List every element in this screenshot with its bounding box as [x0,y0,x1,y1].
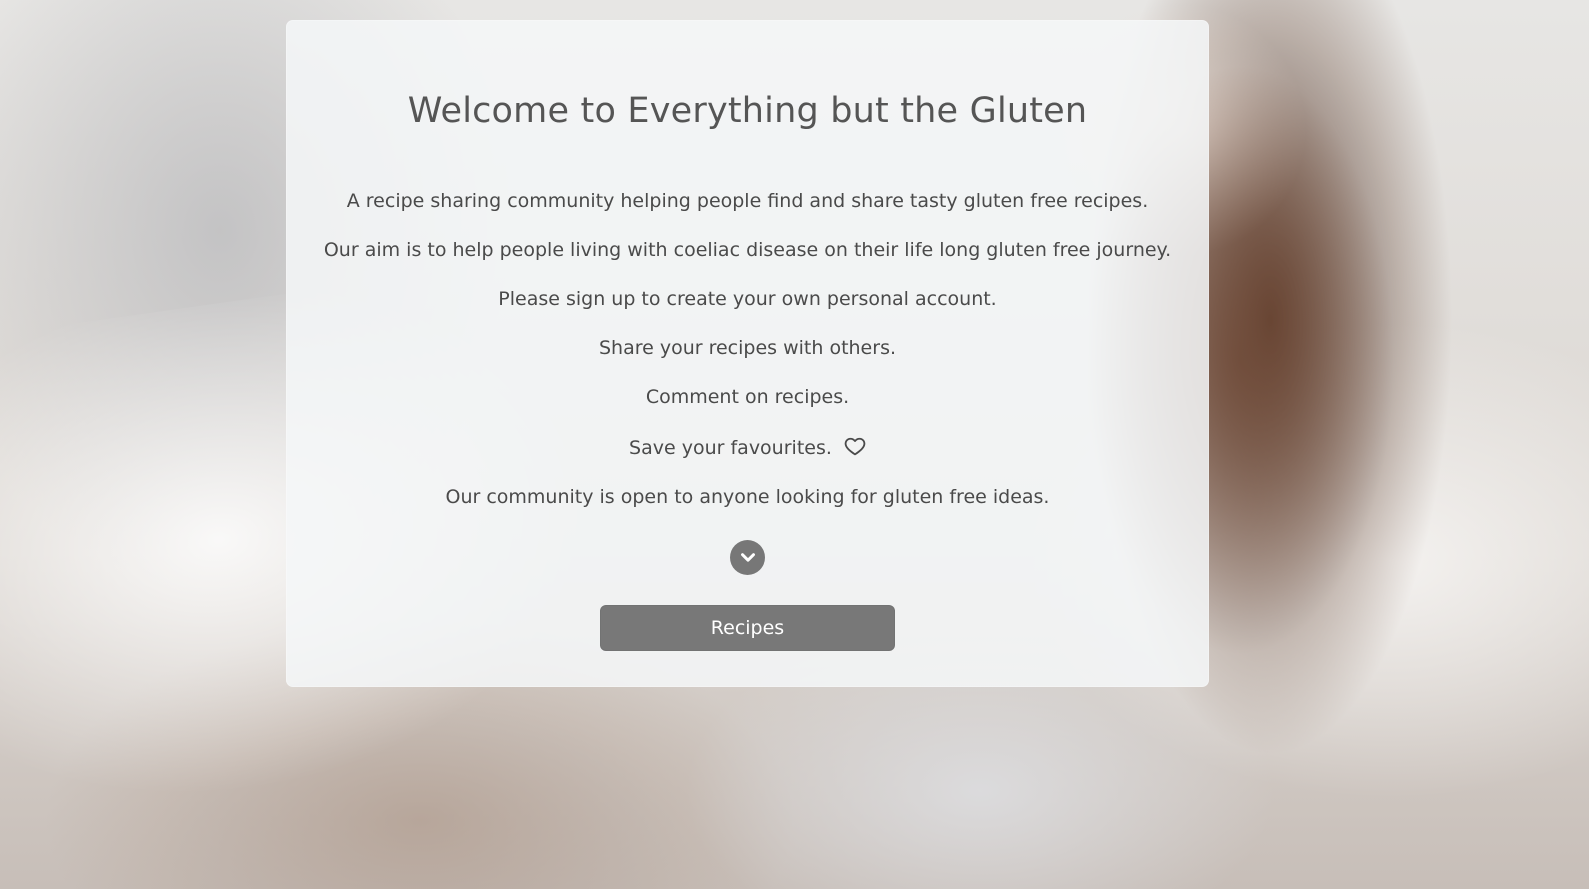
intro-line-1: A recipe sharing community helping peopl… [346,189,1149,212]
intro-line-5: Comment on recipes. [645,385,850,408]
intro-line-7: Our community is open to anyone looking … [445,485,1050,508]
intro-line-3: Please sign up to create your own person… [498,287,997,310]
intro-lines: A recipe sharing community helping peopl… [286,189,1209,508]
recipes-button[interactable]: Recipes [600,604,895,651]
intro-line-6: Save your favourites. [629,436,832,459]
heart-icon [844,436,866,456]
page-title: Welcome to Everything but the Gluten [407,91,1088,131]
intro-line-2: Our aim is to help people living with co… [323,238,1172,261]
intro-line-6-wrapper: Save your favourites. [629,436,866,459]
welcome-card: Welcome to Everything but the Gluten A r… [286,20,1209,687]
intro-line-4: Share your recipes with others. [598,336,897,359]
chevron-down-icon[interactable] [730,539,765,575]
